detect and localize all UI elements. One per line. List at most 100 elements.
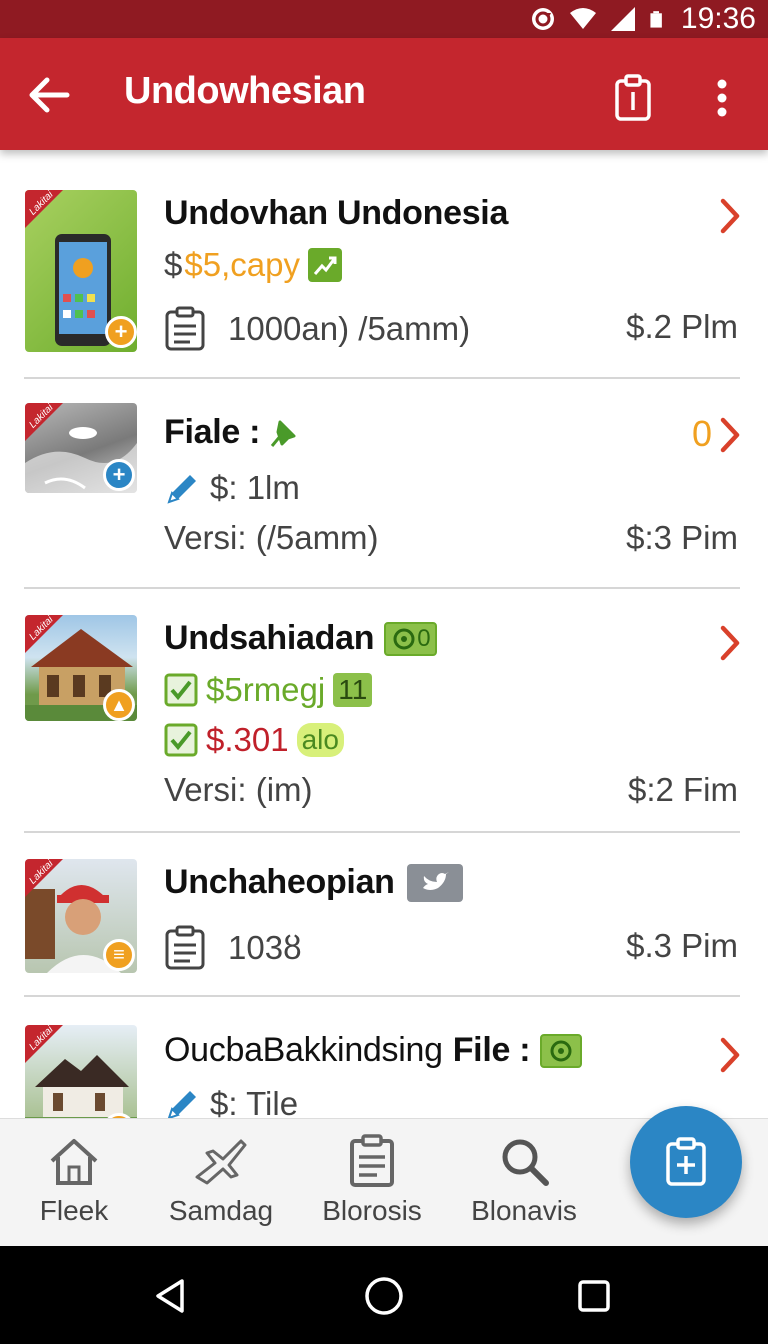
chevron-right-icon[interactable] [716,415,744,455]
checkbox-icon[interactable] [164,723,198,757]
nav-item-samdag[interactable]: Samdag [151,1133,291,1243]
item-time: $.2 Plm [626,308,738,345]
item-price-line: $: 1lm [164,469,300,507]
chart-up-icon [307,248,342,282]
item-title-regular: OucbaBakkindsing [164,1031,443,1069]
list-item[interactable]: Lakitai 0 OucbaBakkindsing File : $: Til… [0,997,768,1118]
item-title-text: Undsahiadan [164,619,375,657]
system-back-button[interactable] [146,1272,194,1320]
item-price: $5rmegj [206,671,326,708]
item-time: $:3 Pim [626,519,738,556]
clipboard-icon [350,1134,394,1187]
title-tag: 0 [384,621,438,656]
add-badge-icon[interactable]: + [105,316,137,348]
more-vertical-icon [717,79,727,117]
item-time: $:2 Fim [627,771,738,808]
system-home-button[interactable] [360,1272,408,1320]
chevron-right-icon[interactable] [716,1035,744,1075]
status-bar: 19:36 [0,0,768,38]
system-navigation-bar [0,1246,768,1344]
page-title: Undowhesian [124,70,366,112]
nav-item-fleek[interactable]: Fleek [4,1133,144,1243]
pencil-icon [167,475,196,504]
signal-icon [610,7,635,31]
list-item[interactable]: Lakitai + Undovhan Undonesia $ $5,capy 1… [0,150,768,378]
system-recents-button[interactable] [570,1272,618,1320]
item-detail: 103ȣ [228,929,302,966]
arrow-left-icon [29,77,70,113]
item-price: $: 1lm [210,469,300,506]
item-thumbnail: Lakitai + [25,403,137,493]
menu-badge-icon[interactable]: ≡ [103,939,135,971]
item-price-line: $5rmegj 11 [164,671,373,709]
item-detail-line: 1000an) /5amm) [164,306,470,352]
item-version: Versi: (im) [164,771,313,808]
item-price-line: $: Tile [164,1085,298,1118]
clipboard-icon [615,74,651,121]
item-detail-line: 103ȣ [164,925,302,971]
document-icon [165,306,205,351]
nav-item-blorosis[interactable]: Blorosis [302,1133,442,1243]
item-detail: 1000an) /5amm) [228,310,471,347]
back-button[interactable] [22,68,76,122]
item-title: OucbaBakkindsing File : [164,1031,583,1070]
price-tag: 11 [333,673,373,707]
search-icon [502,1139,549,1186]
item-version: Versi: (/5amm) [164,519,379,556]
battery-icon [650,11,662,28]
item-price-secondary: $.301 [206,721,289,758]
list-item[interactable]: Lakitai + Fiale : 0 $: 1lm Versi: (/5amm… [0,379,768,587]
nav-label: Samdag [168,1195,274,1226]
home-icon [50,1139,98,1185]
triangle-back-icon [156,1279,184,1313]
pencil-icon [167,1091,196,1118]
list-item[interactable]: Lakitai ▲ Undsahiadan 0 $5rmegj 11 $.301… [0,589,768,831]
item-thumbnail: Lakitai ≡ [25,859,137,973]
item-title-text: Fiale : [164,413,261,451]
item-price-line: $.301 alo [164,721,344,759]
clipboard-button[interactable] [606,68,660,128]
pin-icon [271,420,296,447]
nav-label: Fleek [39,1195,109,1226]
item-title: Fiale : [164,413,300,452]
document-icon [165,925,205,970]
more-options-button[interactable] [700,68,744,128]
item-title-text: Unchaheopian [164,863,395,901]
item-time: $.3 Pim [626,927,738,964]
item-title: Undovhan Undonesia [164,194,509,232]
checkbox-icon[interactable] [164,673,198,707]
status-time: 19:36 [680,2,756,35]
square-recents-icon [578,1280,610,1312]
currency-symbol: $ [164,246,183,283]
top-right-count: 0 [691,413,712,454]
plane-icon [195,1139,247,1185]
nav-item-blonavis[interactable]: Blonavis [454,1133,594,1243]
item-price: $: Tile [210,1085,299,1118]
flower-icon [393,628,415,649]
chevron-right-icon[interactable] [716,196,744,236]
item-list: Lakitai + Undovhan Undonesia $ $5,capy 1… [0,150,768,1118]
item-thumbnail: Lakitai ▲ [25,615,137,721]
item-title: Undsahiadan 0 [164,619,438,658]
bird-icon [406,863,463,902]
chevron-right-icon[interactable] [716,623,744,663]
item-title-bold: File : [452,1031,531,1069]
nav-label: Blorosis [322,1195,422,1226]
circle-home-icon [365,1277,403,1315]
list-item[interactable]: Lakitai ≡ Unchaheopian 103ȣ $.3 Pim [0,833,768,995]
nav-label: Blonavis [471,1195,577,1226]
sync-icon [531,8,554,30]
item-thumbnail: Lakitai 0 [25,1025,137,1118]
price-secondary-tag: alo [296,723,344,757]
upload-badge-icon[interactable]: ▲ [103,689,135,721]
title-tag-count: 0 [417,624,431,652]
flower-icon [540,1033,583,1068]
add-badge-icon[interactable]: + [103,459,135,491]
item-thumbnail: Lakitai + [25,190,137,352]
item-title: Unchaheopian [164,863,463,902]
item-price: $5,capy [184,246,300,283]
wifi-icon [569,8,596,29]
clipboard-add-icon [666,1137,706,1186]
add-clipboard-fab[interactable] [630,1106,742,1218]
item-price-line: $ $5,capy [164,246,342,284]
